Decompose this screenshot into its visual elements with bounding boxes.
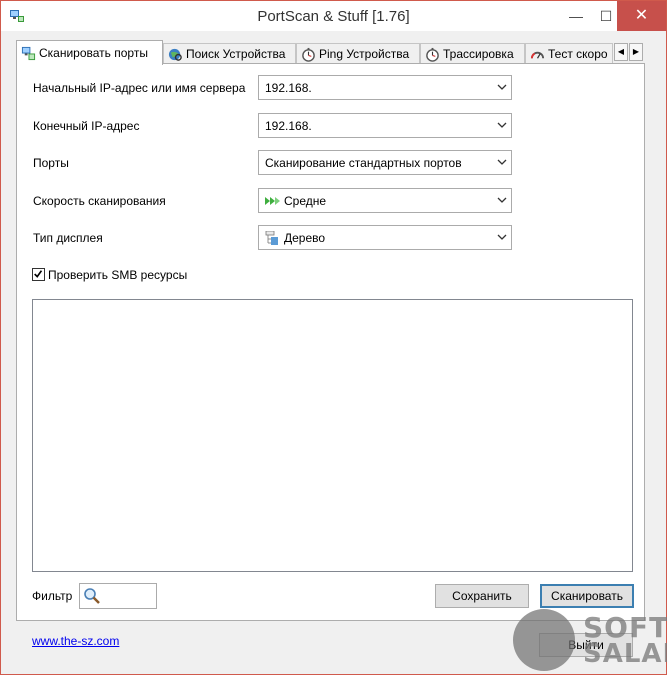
ports-value: Сканирование стандартных портов (265, 156, 462, 170)
tree-view-icon (265, 231, 278, 245)
end-ip-label: Конечный IP-адрес (33, 119, 140, 133)
ports-label: Порты (33, 156, 69, 170)
end-ip-combo[interactable]: 192.168. (258, 113, 512, 138)
network-computer-icon (21, 46, 36, 61)
stopwatch-icon (426, 47, 439, 62)
tab-label: Трассировка (443, 47, 514, 61)
tab-strip: Сканировать порты Поиск Устройства Ping … (16, 40, 645, 65)
results-list[interactable] (32, 299, 633, 572)
minimize-button[interactable]: — (561, 1, 591, 31)
chevron-down-icon (497, 122, 507, 128)
stopwatch-icon (302, 47, 315, 62)
tab-label: Сканировать порты (39, 46, 148, 60)
tab-scroll-left-button[interactable]: ◀ (614, 43, 628, 61)
chevron-down-icon (497, 197, 507, 203)
checkmark-icon (34, 270, 43, 278)
start-ip-combo[interactable]: 192.168. (258, 75, 512, 100)
display-type-combo[interactable]: Дерево (258, 225, 512, 250)
tab-ping-device[interactable]: Ping Устройства (296, 43, 420, 64)
speed-combo[interactable]: Средне (258, 188, 512, 213)
watermark-line2: SALAD (583, 639, 667, 669)
tab-label: Тест скоро (548, 47, 608, 61)
app-window: PortScan & Stuff [1.76] — ☐ ✕ Сканироват… (0, 0, 667, 675)
display-type-label: Тип дисплея (33, 231, 103, 245)
magnifier-icon (84, 588, 100, 604)
display-type-value: Дерево (284, 231, 326, 245)
tab-find-device[interactable]: Поиск Устройства (163, 43, 296, 64)
tab-scroll-right-button[interactable]: ▶ (629, 43, 643, 61)
speedometer-icon (530, 51, 545, 59)
fast-forward-icon (265, 197, 280, 205)
title-bar[interactable]: PortScan & Stuff [1.76] — ☐ ✕ (1, 1, 666, 31)
watermark-logo-icon (513, 609, 575, 671)
speed-value: Средне (284, 194, 327, 208)
tab-scan-ports[interactable]: Сканировать порты (16, 40, 163, 65)
chevron-down-icon (497, 159, 507, 165)
watermark: SOFT SALAD (509, 605, 667, 671)
start-ip-label: Начальный IP-адрес или имя сервера (33, 81, 246, 95)
filter-label: Фильтр (32, 589, 73, 603)
tab-speed-test[interactable]: Тест скоро (525, 43, 613, 64)
speed-label: Скорость сканирования (33, 194, 166, 208)
scan-ports-panel: Начальный IP-адрес или имя сервера 192.1… (16, 63, 645, 621)
chevron-down-icon (497, 234, 507, 240)
filter-input[interactable] (79, 583, 157, 609)
start-ip-value: 192.168. (265, 81, 312, 95)
ports-combo[interactable]: Сканирование стандартных портов (258, 150, 512, 175)
tab-label: Поиск Устройства (186, 47, 286, 61)
website-link[interactable]: www.the-sz.com (32, 634, 119, 648)
smb-checkbox-label[interactable]: Проверить SMB ресурсы (48, 268, 187, 282)
end-ip-value: 192.168. (265, 119, 312, 133)
chevron-down-icon (497, 84, 507, 90)
smb-checkbox[interactable] (32, 268, 45, 281)
tab-label: Ping Устройства (319, 47, 410, 61)
close-button[interactable]: ✕ (617, 1, 666, 31)
tab-traceroute[interactable]: Трассировка (420, 43, 525, 64)
globe-search-icon (168, 48, 182, 61)
